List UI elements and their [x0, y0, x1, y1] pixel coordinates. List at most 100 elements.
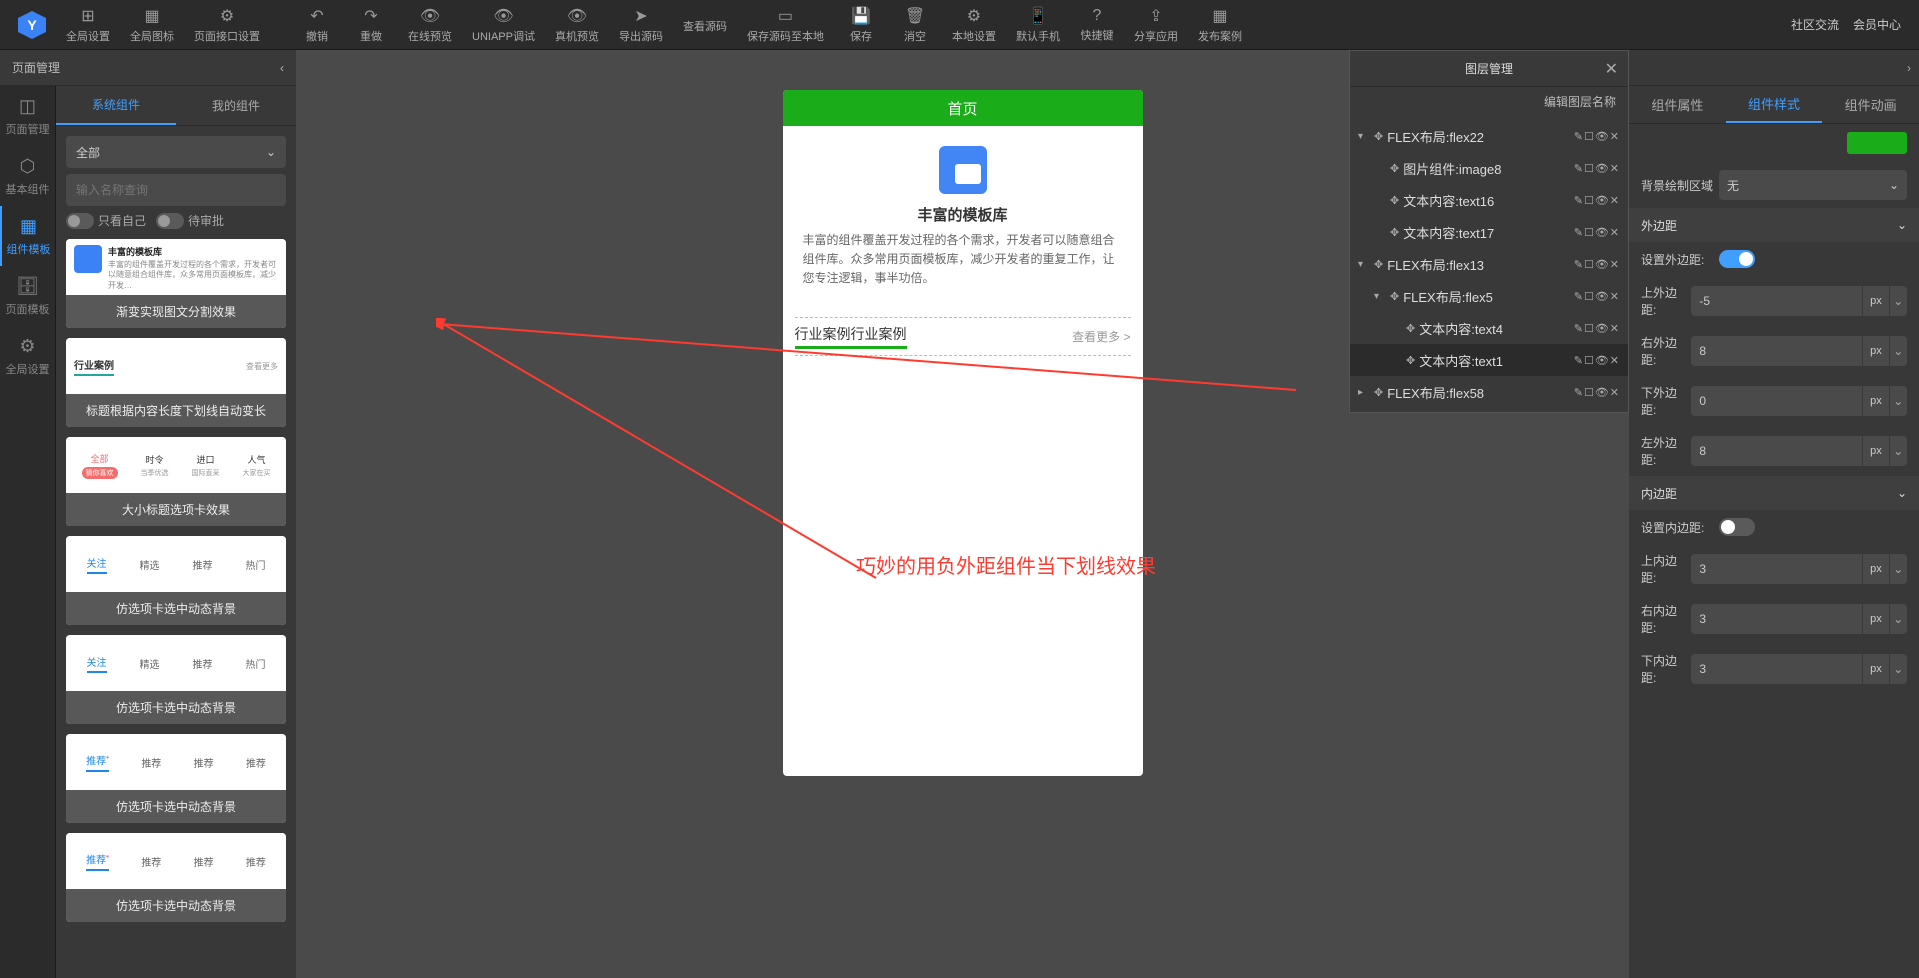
- edit-layer-name[interactable]: 编辑图层名称: [1350, 87, 1628, 116]
- template-card-6[interactable]: 推荐•推荐推荐推荐仿选项卡选中动态背景: [66, 833, 286, 922]
- sidebar-4[interactable]: ⚙ 全局设置: [0, 326, 55, 386]
- move-icon[interactable]: ✥: [1374, 258, 1383, 271]
- toolbar-9[interactable]: 查看源码: [673, 12, 737, 38]
- outer-caret-3[interactable]: ⌄: [1889, 436, 1907, 466]
- right-tab-1[interactable]: 组件样式: [1726, 86, 1823, 123]
- inner-input-2[interactable]: [1691, 654, 1862, 684]
- move-icon[interactable]: ✥: [1390, 162, 1399, 175]
- component-tab-1[interactable]: 我的组件: [176, 86, 296, 125]
- toolbar-0[interactable]: ⊞ 全局设置: [56, 2, 120, 48]
- layer-actions-0[interactable]: ✎☐👁✕: [1574, 130, 1620, 143]
- layer-actions-1[interactable]: ✎☐👁✕: [1574, 162, 1620, 175]
- toolbar-8[interactable]: ➤ 导出源码: [609, 2, 673, 48]
- outer-caret-2[interactable]: ⌄: [1889, 386, 1907, 416]
- layer-actions-6[interactable]: ✎☐👁✕: [1574, 322, 1620, 335]
- sidebar-2[interactable]: ▦ 组件模板: [0, 206, 55, 266]
- top-link-1[interactable]: 会员中心: [1853, 16, 1901, 33]
- layer-node-6[interactable]: ✥ 文本内容:text4 ✎☐👁✕: [1350, 312, 1628, 344]
- template-card-5[interactable]: 推荐•推荐推荐推荐仿选项卡选中动态背景: [66, 734, 286, 823]
- toolbar-3[interactable]: ↶ 撤销: [290, 2, 344, 48]
- collapse-icon[interactable]: ‹: [280, 61, 284, 75]
- outer-input-1[interactable]: [1691, 336, 1862, 366]
- sidebar-3[interactable]: 🗄 页面模板: [0, 266, 55, 326]
- bg-color-chip[interactable]: [1847, 132, 1907, 154]
- layer-node-2[interactable]: ✥ 文本内容:text16 ✎☐👁✕: [1350, 184, 1628, 216]
- toolbar-10[interactable]: ▭ 保存源码至本地: [737, 2, 834, 48]
- template-card-0[interactable]: 丰富的模板库丰富的组件覆盖开发过程的各个需求，开发者可以随意组合组件库，众多常用…: [66, 239, 286, 328]
- move-icon[interactable]: ✥: [1374, 386, 1383, 399]
- set-outer-switch[interactable]: [1719, 250, 1755, 268]
- right-tab-2[interactable]: 组件动画: [1822, 86, 1919, 123]
- move-icon[interactable]: ✥: [1406, 322, 1415, 335]
- layer-actions-3[interactable]: ✎☐👁✕: [1574, 226, 1620, 239]
- layer-node-7[interactable]: ✥ 文本内容:text1 ✎☐👁✕: [1350, 344, 1628, 376]
- search-input[interactable]: [76, 183, 276, 197]
- layer-node-4[interactable]: ▾ ✥ FLEX布局:flex13 ✎☐👁✕: [1350, 248, 1628, 280]
- layer-actions-4[interactable]: ✎☐👁✕: [1574, 258, 1620, 271]
- layer-actions-7[interactable]: ✎☐👁✕: [1574, 354, 1620, 367]
- layer-caret-8[interactable]: ▸: [1358, 387, 1370, 398]
- sidebar-0[interactable]: ◫ 页面管理: [0, 86, 55, 146]
- toolbar-6[interactable]: 👁 UNIAPP调试: [462, 2, 545, 48]
- template-label-1: 标题根据内容长度下划线自动变长: [66, 394, 286, 427]
- toolbar-5[interactable]: 👁 在线预览: [398, 2, 462, 48]
- inner-input-1[interactable]: [1691, 604, 1862, 634]
- toolbar-14[interactable]: 📱 默认手机: [1006, 2, 1070, 48]
- outer-input-0[interactable]: [1691, 286, 1862, 316]
- outer-input-3[interactable]: [1691, 436, 1862, 466]
- category-select[interactable]: 全部 ⌄: [66, 136, 286, 168]
- bg-area-select[interactable]: 无 ⌄: [1719, 170, 1907, 200]
- top-link-0[interactable]: 社区交流: [1791, 16, 1839, 33]
- toolbar-4[interactable]: ↷ 重做: [344, 2, 398, 48]
- outer-input-2[interactable]: [1691, 386, 1862, 416]
- expand-icon[interactable]: ›: [1907, 61, 1911, 75]
- inner-caret-2[interactable]: ⌄: [1889, 654, 1907, 684]
- outer-caret-0[interactable]: ⌄: [1889, 286, 1907, 316]
- outer-caret-1[interactable]: ⌄: [1889, 336, 1907, 366]
- layer-node-8[interactable]: ▸ ✥ FLEX布局:flex58 ✎☐👁✕: [1350, 376, 1628, 408]
- section-more[interactable]: 查看更多 >: [1072, 328, 1130, 345]
- toolbar-2[interactable]: ⚙ 页面接口设置: [184, 2, 270, 48]
- layer-node-3[interactable]: ✥ 文本内容:text17 ✎☐👁✕: [1350, 216, 1628, 248]
- outer-margin-section[interactable]: 外边距 ⌄: [1629, 208, 1919, 242]
- move-icon[interactable]: ✥: [1390, 226, 1399, 239]
- move-icon[interactable]: ✥: [1406, 354, 1415, 367]
- close-icon[interactable]: ✕: [1605, 59, 1618, 79]
- layer-actions-5[interactable]: ✎☐👁✕: [1574, 290, 1620, 303]
- toolbar-1[interactable]: ▦ 全局图标: [120, 2, 184, 48]
- template-card-4[interactable]: 关注精选推荐热门仿选项卡选中动态背景: [66, 635, 286, 724]
- inner-caret-0[interactable]: ⌄: [1889, 554, 1907, 584]
- layer-caret-5[interactable]: ▾: [1374, 291, 1386, 302]
- toolbar-16[interactable]: ⇪ 分享应用: [1124, 2, 1188, 48]
- template-card[interactable]: 丰富的模板库 丰富的组件覆盖开发过程的各个需求，开发者可以随意组合组件库。众多常…: [783, 126, 1143, 309]
- layer-node-5[interactable]: ▾ ✥ FLEX布局:flex5 ✎☐👁✕: [1350, 280, 1628, 312]
- toolbar-11[interactable]: 💾 保存: [834, 2, 888, 48]
- right-tab-0[interactable]: 组件属性: [1629, 86, 1726, 123]
- move-icon[interactable]: ✥: [1390, 290, 1399, 303]
- section-row[interactable]: 行业案例行业案例 查看更多 >: [795, 317, 1131, 356]
- layer-actions-2[interactable]: ✎☐👁✕: [1574, 194, 1620, 207]
- template-card-3[interactable]: 关注精选推荐热门仿选项卡选中动态背景: [66, 536, 286, 625]
- sidebar-1[interactable]: ⬡ 基本组件: [0, 146, 55, 206]
- toolbar-15[interactable]: ? 快捷键: [1070, 3, 1124, 47]
- layer-actions-8[interactable]: ✎☐👁✕: [1574, 386, 1620, 399]
- template-card-2[interactable]: 全部猜你喜欢时令当季优选进口国际直采人气大家在买大小标题选项卡效果: [66, 437, 286, 526]
- move-icon[interactable]: ✥: [1390, 194, 1399, 207]
- inner-caret-1[interactable]: ⌄: [1889, 604, 1907, 634]
- set-inner-switch[interactable]: [1719, 518, 1755, 536]
- layer-caret-4[interactable]: ▾: [1358, 259, 1370, 270]
- layer-node-0[interactable]: ▾ ✥ FLEX布局:flex22 ✎☐👁✕: [1350, 120, 1628, 152]
- inner-input-0[interactable]: [1691, 554, 1862, 584]
- component-tab-0[interactable]: 系统组件: [56, 86, 176, 125]
- toggle-pending[interactable]: [156, 213, 184, 229]
- toggle-own[interactable]: [66, 213, 94, 229]
- toolbar-7[interactable]: 👁 真机预览: [545, 2, 609, 48]
- toolbar-17[interactable]: ▦ 发布案例: [1188, 2, 1252, 48]
- template-card-1[interactable]: 行业案例查看更多标题根据内容长度下划线自动变长: [66, 338, 286, 427]
- layer-node-1[interactable]: ✥ 图片组件:image8 ✎☐👁✕: [1350, 152, 1628, 184]
- toolbar-12[interactable]: 🗑 消空: [888, 2, 942, 48]
- move-icon[interactable]: ✥: [1374, 130, 1383, 143]
- toolbar-13[interactable]: ⚙ 本地设置: [942, 2, 1006, 48]
- inner-padding-section[interactable]: 内边距 ⌄: [1629, 476, 1919, 510]
- layer-caret-0[interactable]: ▾: [1358, 131, 1370, 142]
